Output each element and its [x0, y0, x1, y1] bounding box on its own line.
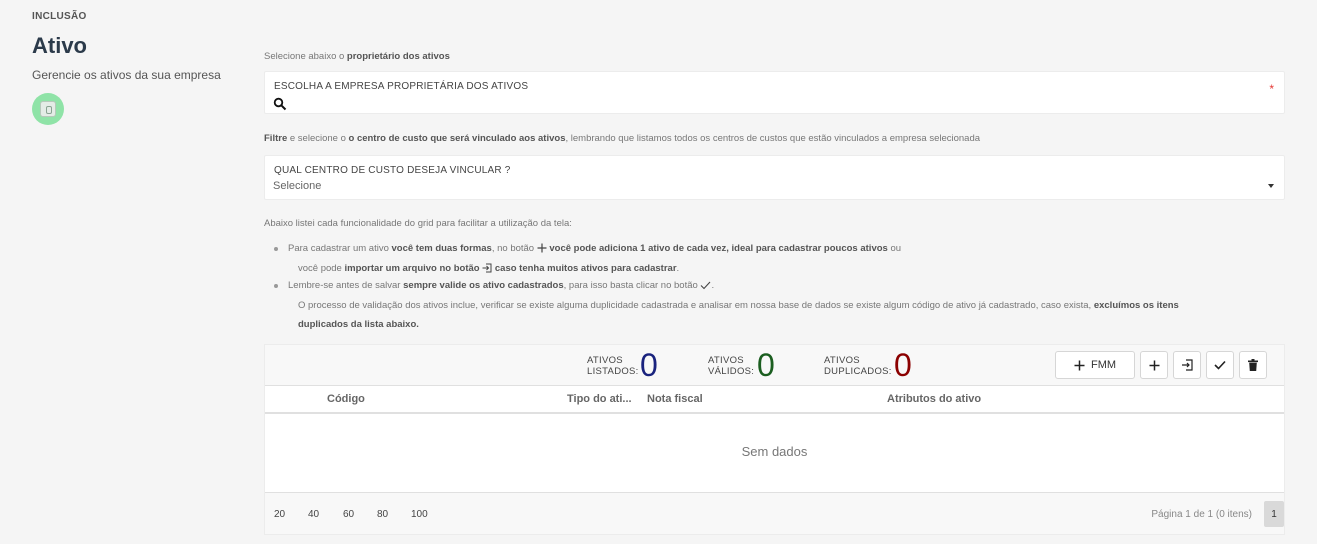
add-asset-button[interactable] — [1140, 351, 1168, 379]
safe-icon — [40, 101, 56, 117]
page-size-80[interactable]: 80 — [377, 509, 388, 520]
bullet-icon — [274, 247, 278, 251]
plus-icon — [537, 243, 547, 253]
breadcrumb: INCLUSÃO — [32, 11, 87, 22]
trash-icon — [1248, 359, 1258, 371]
cost-center-label: QUAL CENTRO DE CUSTO DESEJA VINCULAR ? — [274, 165, 511, 176]
page-button-1[interactable]: 1 — [1264, 501, 1284, 527]
search-icon — [273, 97, 287, 111]
list-item: Lembre-se antes de salvar sempre valide … — [274, 279, 714, 293]
column-header-invoice[interactable]: Nota fiscal — [647, 393, 703, 405]
empty-state-text: Sem dados — [741, 444, 808, 459]
chevron-down-icon[interactable] — [1268, 184, 1274, 188]
import-icon — [482, 263, 492, 273]
import-file-button[interactable] — [1173, 351, 1201, 379]
cost-center-hint: Filtre e selecione o o centro de custo q… — [264, 133, 981, 144]
list-item-continuation: duplicados da lista abaixo. — [298, 319, 419, 330]
page-size-60[interactable]: 60 — [343, 509, 354, 520]
cost-center-value: Selecione — [273, 180, 322, 192]
cost-center-select[interactable]: QUAL CENTRO DE CUSTO DESEJA VINCULAR ? S… — [264, 155, 1285, 200]
counter-duplicated-value: 0 — [894, 347, 912, 383]
page-info: Página 1 de 1 (0 itens) — [1151, 509, 1252, 520]
bullet-icon — [274, 284, 278, 288]
check-icon — [701, 281, 711, 290]
column-header-code[interactable]: Código — [327, 393, 365, 405]
plus-icon — [1074, 360, 1085, 370]
list-item-continuation: O processo de validação dos ativos inclu… — [298, 300, 1179, 311]
owner-company-field[interactable]: ESCOLHA A EMPRESA PROPRIETÁRIA DOS ATIVO… — [264, 71, 1285, 114]
assets-grid: ATIVOS LISTADOS: 0 ATIVOS VÁLIDOS: 0 ATIVO… — [264, 344, 1285, 535]
column-header-type[interactable]: Tipo do ati... — [567, 393, 632, 405]
page-title: Ativo — [32, 33, 87, 58]
page-subtitle: Gerencie os ativos da sua empresa — [32, 68, 221, 82]
page-size-40[interactable]: 40 — [308, 509, 319, 520]
list-item-continuation: você pode importar um arquivo no botão c… — [298, 263, 680, 274]
required-mark: * — [1269, 82, 1274, 96]
add-fmm-button[interactable]: FMM — [1055, 351, 1135, 379]
instructions-intro: Abaixo listei cada funcionalidade do gri… — [264, 218, 572, 229]
assets-table: Código Tipo do ati... Nota fiscal Atribu… — [265, 385, 1284, 493]
owner-company-label: ESCOLHA A EMPRESA PROPRIETÁRIA DOS ATIVO… — [274, 81, 529, 92]
delete-button[interactable] — [1239, 351, 1267, 379]
check-icon — [1214, 360, 1226, 370]
counter-valid-value: 0 — [757, 347, 775, 383]
owner-hint: Selecione abaixo o proprietário dos ativ… — [264, 51, 450, 62]
import-icon — [1182, 359, 1193, 371]
avatar — [32, 93, 64, 125]
list-item: Para cadastrar um ativo você tem duas fo… — [274, 242, 901, 256]
validate-button[interactable] — [1206, 351, 1234, 379]
table-header: Código Tipo do ati... Nota fiscal Atribu… — [265, 386, 1284, 414]
plus-icon — [1149, 360, 1159, 370]
counter-listed-value: 0 — [640, 347, 658, 383]
page-size-100[interactable]: 100 — [411, 509, 428, 520]
column-header-attributes[interactable]: Atributos do ativo — [887, 393, 981, 405]
page-size-20[interactable]: 20 — [274, 509, 285, 520]
pagination: 20 40 60 80 100 Página 1 de 1 (0 itens) … — [265, 493, 1284, 535]
